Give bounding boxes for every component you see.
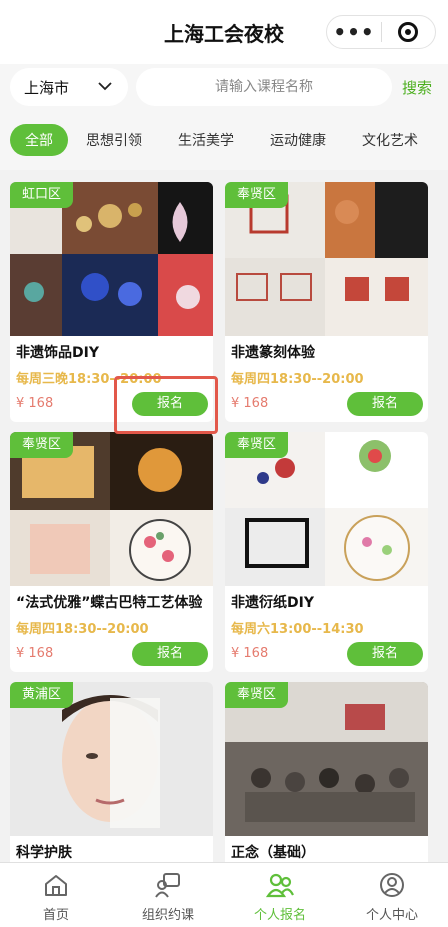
category-tabs: 全部 思想引领 生活美学 运动健康 文化艺术 — [0, 110, 448, 170]
course-card[interactable]: 奉贤区 非遗衍纸DIY 每周六13:00--14:30 ¥ 168 报名 — [225, 432, 428, 672]
user-icon — [380, 873, 404, 897]
course-card[interactable]: 奉贤区 非遗篆刻体验 每周四18:30--20:00 ¥ 168 报名 — [225, 182, 428, 422]
bottom-tab-bar: 首页 组织约课 个人报名 个人中心 — [0, 862, 448, 927]
search-bar: 上海市 搜索 — [0, 64, 448, 110]
course-price: ¥ 168 — [16, 646, 54, 661]
tab-organize[interactable]: 组织约课 — [112, 863, 224, 927]
course-title: 正念（基础） — [231, 845, 315, 861]
close-miniapp-button[interactable] — [382, 22, 435, 42]
category-tab-sport[interactable]: 运动健康 — [252, 124, 344, 156]
course-price: ¥ 168 — [16, 396, 54, 411]
nav-header: 上海工会夜校 ••• — [0, 0, 448, 64]
category-tab-all[interactable]: 全部 — [10, 124, 68, 156]
tab-label: 首页 — [42, 908, 69, 923]
highlight-annotation — [114, 376, 218, 434]
group-chat-icon — [155, 873, 180, 898]
district-badge: 奉贤区 — [225, 432, 289, 458]
city-label: 上海市 — [24, 78, 70, 97]
home-icon — [45, 875, 67, 896]
category-tab-life[interactable]: 生活美学 — [160, 124, 252, 156]
miniapp-capsule: ••• — [326, 15, 436, 49]
course-time: 每周四18:30--20:00 — [16, 622, 149, 637]
course-time: 每周六13:00--14:30 — [231, 622, 364, 637]
course-title: “法式优雅”蝶古巴特工艺体验 — [16, 595, 203, 611]
tab-label: 个人中心 — [365, 908, 418, 923]
course-title: 非遗篆刻体验 — [231, 345, 315, 361]
category-tab-culture[interactable]: 文化艺术 — [344, 124, 436, 156]
course-time: 每周四18:30--20:00 — [231, 372, 364, 387]
people-icon — [266, 873, 294, 898]
district-badge: 奉贤区 — [225, 182, 289, 208]
chevron-down-icon — [98, 82, 112, 91]
course-price: ¥ 168 — [231, 646, 269, 661]
district-badge: 虹口区 — [10, 182, 74, 208]
course-title: 科学护肤 — [16, 845, 72, 861]
category-tab-thought[interactable]: 思想引领 — [68, 124, 160, 156]
signup-button[interactable]: 报名 — [347, 392, 423, 416]
tab-label: 个人报名 — [253, 908, 306, 923]
course-card[interactable]: 黄浦区 科学护肤 — [10, 682, 213, 872]
signup-button[interactable]: 报名 — [132, 642, 208, 666]
more-menu-icon[interactable]: ••• — [327, 17, 381, 47]
course-title: 非遗衍纸DIY — [231, 595, 314, 611]
signup-button[interactable]: 报名 — [347, 642, 423, 666]
search-input[interactable] — [136, 68, 392, 106]
district-badge: 奉贤区 — [10, 432, 74, 458]
course-card[interactable]: 奉贤区 正念（基础） — [225, 682, 428, 872]
district-badge: 奉贤区 — [225, 682, 289, 708]
tab-profile[interactable]: 个人中心 — [336, 863, 448, 927]
target-icon — [398, 22, 419, 42]
course-price: ¥ 168 — [231, 396, 269, 411]
tab-label: 组织约课 — [141, 908, 194, 923]
district-badge: 黄浦区 — [10, 682, 74, 708]
tab-home[interactable]: 首页 — [0, 863, 112, 927]
city-selector[interactable]: 上海市 — [10, 68, 128, 106]
tab-signup[interactable]: 个人报名 — [224, 863, 336, 927]
course-title: 非遗饰品DIY — [16, 345, 99, 361]
course-card[interactable]: 奉贤区 “法式优雅”蝶古巴特工艺体验 每周四18:30--20:00 ¥ 168… — [10, 432, 213, 672]
search-button[interactable]: 搜索 — [402, 77, 432, 98]
